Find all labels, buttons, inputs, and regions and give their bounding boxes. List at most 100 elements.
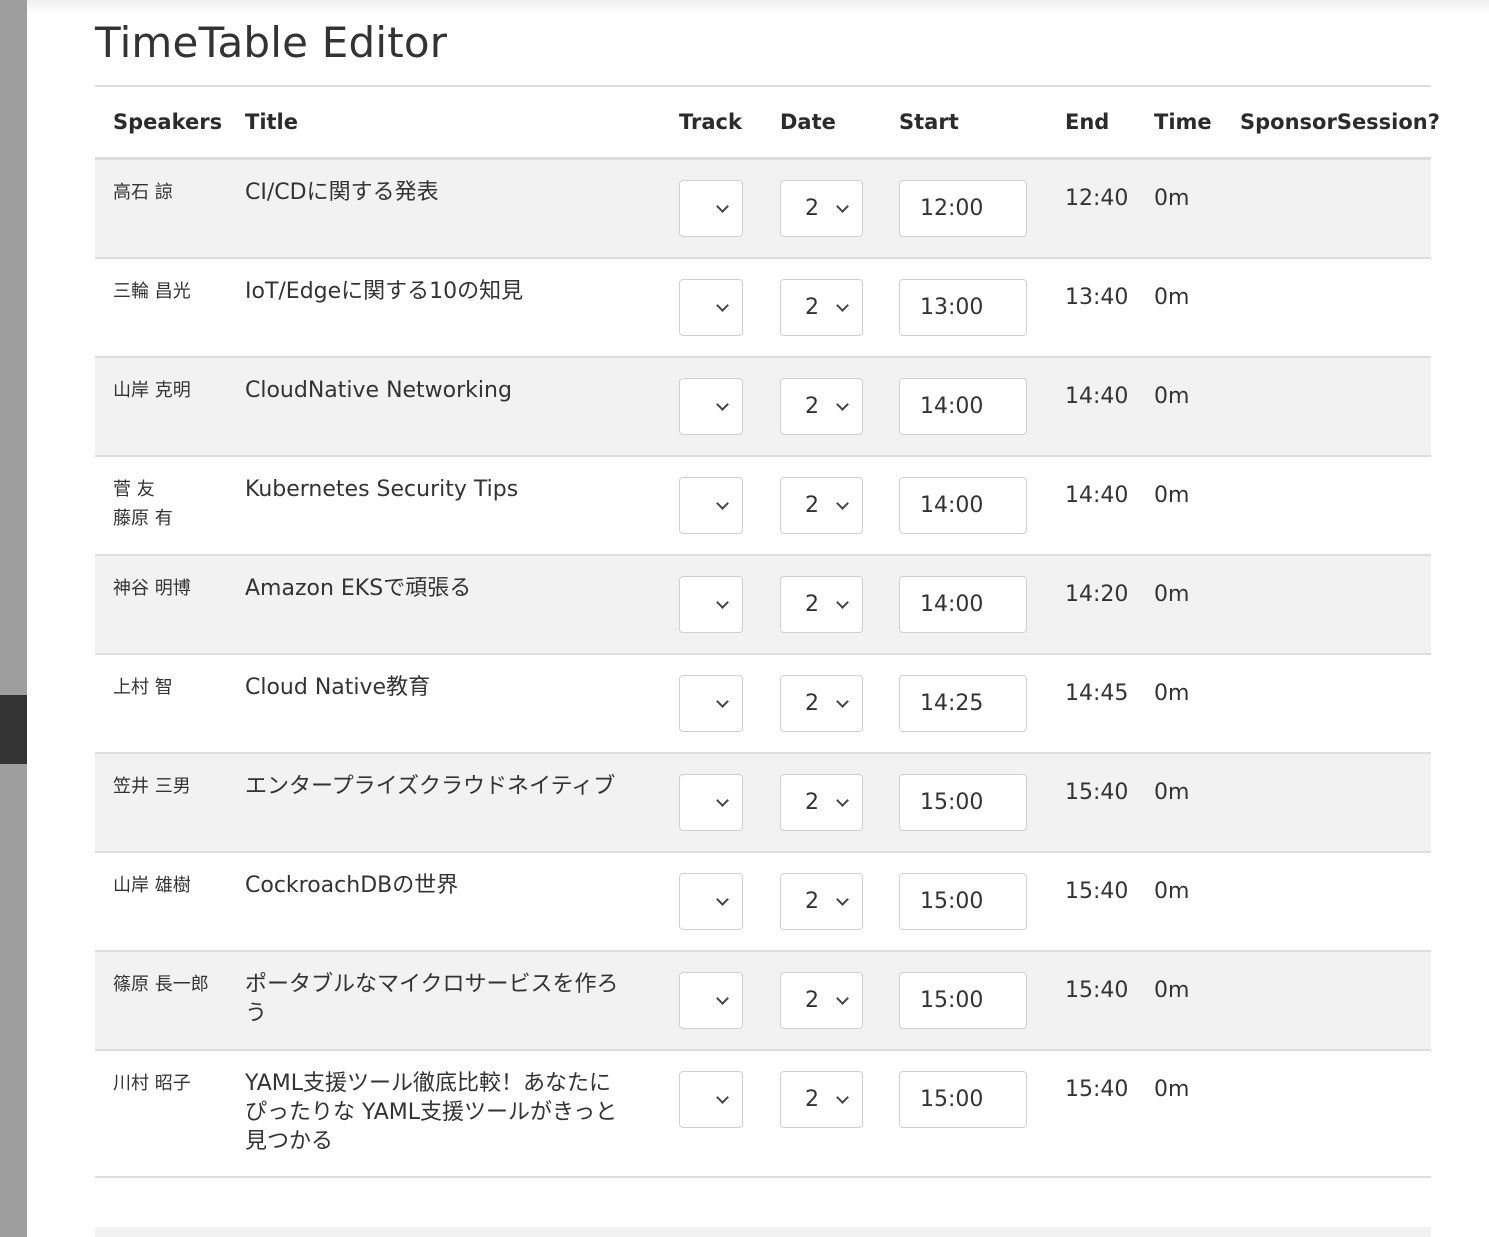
date-select[interactable]: 2 xyxy=(780,477,863,534)
date-value: 2 xyxy=(805,988,819,1013)
date-select[interactable]: 2 xyxy=(780,576,863,633)
speaker-name: 神谷 明博 xyxy=(113,578,191,599)
duration: 0m xyxy=(1154,780,1190,805)
date-cell: 2 xyxy=(762,357,881,456)
date-value: 2 xyxy=(805,790,819,815)
end-time: 14:40 xyxy=(1065,384,1129,409)
session-title: Cloud Native教育 xyxy=(245,675,431,700)
date-cell: 2 xyxy=(762,654,881,753)
date-cell: 2 xyxy=(762,852,881,951)
end-time: 13:40 xyxy=(1065,285,1129,310)
session-title: CI/CDに関する発表 xyxy=(245,180,439,205)
session-title: CloudNative Networking xyxy=(245,378,512,403)
start-time-input[interactable] xyxy=(899,774,1027,831)
speakers-cell: 笠井 三男 xyxy=(95,753,227,852)
date-value: 2 xyxy=(805,889,819,914)
date-select[interactable]: 2 xyxy=(780,972,863,1029)
speaker-name: 篠原 長一郎 xyxy=(113,974,209,995)
table-row: 篠原 長一郎 ポータブルなマイクロサービスを作ろう 2 15:40 0m xyxy=(95,951,1431,1050)
chevron-down-icon xyxy=(836,794,849,807)
track-cell xyxy=(661,654,762,753)
start-cell xyxy=(881,357,1047,456)
start-time-input[interactable] xyxy=(899,972,1027,1029)
track-cell xyxy=(661,159,762,259)
duration: 0m xyxy=(1154,879,1190,904)
chevron-down-icon xyxy=(716,893,729,906)
start-time-input[interactable] xyxy=(899,873,1027,930)
table-header: Speakers Title Track Date Start End Time… xyxy=(95,86,1440,159)
end-time: 15:40 xyxy=(1065,978,1129,1003)
speaker-name: 川村 昭子 xyxy=(113,1073,191,1094)
duration: 0m xyxy=(1154,384,1190,409)
speakers-cell: 山岸 雄樹 xyxy=(95,852,227,951)
track-select[interactable] xyxy=(679,378,743,435)
track-select[interactable] xyxy=(679,972,743,1029)
duration: 0m xyxy=(1154,483,1190,508)
speakers-cell: 篠原 長一郎 xyxy=(95,951,227,1050)
start-cell xyxy=(881,951,1047,1050)
header-title: Title xyxy=(245,110,299,134)
start-time-input[interactable] xyxy=(899,378,1027,435)
chevron-down-icon xyxy=(716,398,729,411)
date-value: 2 xyxy=(805,493,819,518)
session-title: Kubernetes Security Tips xyxy=(245,477,519,502)
chevron-down-icon xyxy=(716,1091,729,1104)
header-start: Start xyxy=(899,110,959,134)
date-select[interactable]: 2 xyxy=(780,378,863,435)
date-select[interactable]: 2 xyxy=(780,279,863,336)
table-row: 三輪 昌光 IoT/Edgeに関する10の知見 2 13:40 0m xyxy=(95,258,1431,357)
speakers-cell: 菅 友藤原 有 xyxy=(95,456,227,555)
duration: 0m xyxy=(1154,285,1190,310)
left-scroll-thumb[interactable] xyxy=(0,695,27,764)
start-time-input[interactable] xyxy=(899,180,1027,237)
start-cell xyxy=(881,753,1047,852)
track-select[interactable] xyxy=(679,873,743,930)
start-cell xyxy=(881,654,1047,753)
start-time-input[interactable] xyxy=(899,279,1027,336)
speaker-name: 山岸 克明 xyxy=(113,380,191,401)
left-scroll-strip[interactable] xyxy=(0,0,27,1237)
sponsor-session-cell xyxy=(1222,1050,1431,1177)
sponsor-session-cell xyxy=(1222,654,1431,753)
table-body: 高石 諒 CI/CDに関する発表 2 12:40 0m 三輪 昌光 IoT/Edgeに関する… xyxy=(95,158,1431,1177)
date-cell: 2 xyxy=(762,1050,881,1177)
track-select[interactable] xyxy=(679,774,743,831)
date-cell: 2 xyxy=(762,456,881,555)
start-time-input[interactable] xyxy=(899,675,1027,732)
end-time: 14:20 xyxy=(1065,582,1129,607)
speakers-cell: 上村 智 xyxy=(95,654,227,753)
end-time: 14:45 xyxy=(1065,681,1129,706)
header-time: Time xyxy=(1154,110,1212,134)
chevron-down-icon xyxy=(836,596,849,609)
session-title: Amazon EKSで頑張る xyxy=(245,576,472,601)
start-time-input[interactable] xyxy=(899,1071,1027,1128)
start-time-input[interactable] xyxy=(899,576,1027,633)
date-select[interactable]: 2 xyxy=(780,180,863,237)
header-track: Track xyxy=(679,110,742,134)
track-select[interactable] xyxy=(679,180,743,237)
date-select[interactable]: 2 xyxy=(780,1071,863,1128)
track-select[interactable] xyxy=(679,576,743,633)
chevron-down-icon xyxy=(716,992,729,1005)
date-select[interactable]: 2 xyxy=(780,675,863,732)
table-row: 神谷 明博 Amazon EKSで頑張る 2 14:20 0m xyxy=(95,555,1431,654)
date-select[interactable]: 2 xyxy=(780,774,863,831)
duration: 0m xyxy=(1154,186,1190,211)
track-select[interactable] xyxy=(679,477,743,534)
table-row: 上村 智 Cloud Native教育 2 14:45 0m xyxy=(95,654,1431,753)
speaker-name: 笠井 三男 xyxy=(113,776,191,797)
speaker-name: 山岸 雄樹 xyxy=(113,875,191,896)
track-select[interactable] xyxy=(679,279,743,336)
date-select[interactable]: 2 xyxy=(780,873,863,930)
track-select[interactable] xyxy=(679,1071,743,1128)
sponsor-session-cell xyxy=(1222,555,1431,654)
start-cell xyxy=(881,258,1047,357)
track-cell xyxy=(661,357,762,456)
header-row: Speakers Title Track Date Start End Time… xyxy=(95,86,1440,159)
track-select[interactable] xyxy=(679,675,743,732)
top-shadow xyxy=(27,0,1489,14)
header-end: End xyxy=(1065,110,1110,134)
start-time-input[interactable] xyxy=(899,477,1027,534)
date-value: 2 xyxy=(805,295,819,320)
start-cell xyxy=(881,852,1047,951)
